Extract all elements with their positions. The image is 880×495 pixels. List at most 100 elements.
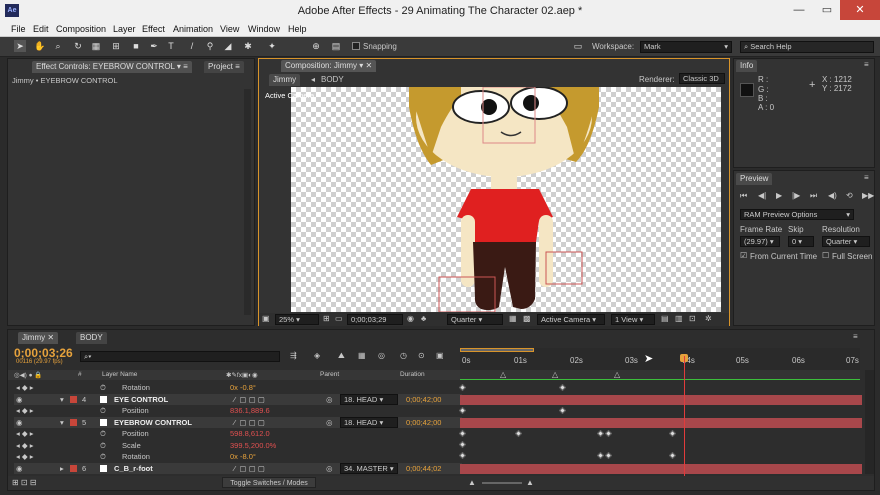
keyframe[interactable] <box>558 406 567 415</box>
parent-select[interactable]: 34. MASTER ▾ <box>340 462 398 474</box>
axis-mode-icon[interactable]: ⊕ <box>310 40 322 52</box>
toggle-pixel-aspect-icon[interactable]: ▤ <box>661 314 669 323</box>
ram-preview-icon[interactable]: ▶▶ <box>862 191 874 200</box>
keyframe[interactable] <box>458 406 467 415</box>
graph-editor-icon[interactable]: ◷ <box>400 351 407 360</box>
minimize-button[interactable]: — <box>785 0 813 20</box>
tab-timeline-jimmy[interactable]: Jimmy ✕ <box>18 332 59 344</box>
show-channel-icon[interactable]: ♣ <box>421 314 426 323</box>
menu-animation[interactable]: Animation <box>173 24 213 34</box>
snapping-checkbox[interactable] <box>352 42 360 50</box>
transparency-grid-icon[interactable]: ▩ <box>523 314 531 323</box>
layer-row-eye-control[interactable]: ◉ ▾ 4 EYE CONTROL ⁄ ▢ ▢ ▢ ◎ 18. HEAD ▾ 0… <box>14 393 462 406</box>
panel-menu-icon[interactable]: ≡ <box>864 60 869 69</box>
keyframe[interactable] <box>458 383 467 392</box>
keyframe[interactable] <box>668 451 677 460</box>
renderer-value[interactable]: Classic 3D <box>679 73 725 84</box>
flowchart-icon[interactable]: ▥ <box>675 314 683 323</box>
rectangle-tool-icon[interactable]: ■ <box>130 40 142 52</box>
toggle-switches-modes-button[interactable]: Toggle Switches / Modes <box>222 477 316 488</box>
tab-effect-controls[interactable]: Effect Controls: EYEBROW CONTROL ▾ ≡ <box>32 61 192 73</box>
preview-menu-icon[interactable]: ≡ <box>864 173 869 182</box>
search-help-input[interactable]: ⌕ Search Help <box>740 41 874 53</box>
always-preview-icon[interactable]: ▣ <box>262 314 270 323</box>
keyframe-nav-icon[interactable]: ◂ ◆ ▸ <box>16 451 33 463</box>
keyframe[interactable] <box>668 429 677 438</box>
twirl-down-icon[interactable]: ▾ <box>60 394 64 406</box>
frame-blending-icon[interactable]: ▦ <box>358 351 366 360</box>
play-icon[interactable]: ▶ <box>776 191 782 200</box>
composition-canvas[interactable] <box>291 87 721 312</box>
effect-controls-scrollbar[interactable] <box>244 89 251 315</box>
shy-icon[interactable]: ⛰ <box>338 351 345 361</box>
keyframe-nav-icon[interactable]: ◂ ◆ ▸ <box>16 382 33 394</box>
label-color-swatch[interactable] <box>70 395 77 403</box>
crumb-body[interactable]: BODY <box>321 75 344 84</box>
zoom-tool-icon[interactable]: ⌕ <box>52 40 64 52</box>
pickwhip-icon[interactable]: ◎ <box>326 394 333 406</box>
layer-row-scale[interactable]: ◂ ◆ ▸ ⏱ Scale 399.5,200.0% <box>14 440 462 452</box>
stopwatch-icon[interactable]: ⏱ <box>100 451 106 463</box>
menu-view[interactable]: View <box>220 24 239 34</box>
layer-name[interactable]: EYE CONTROL <box>114 394 168 406</box>
hand-tool-icon[interactable]: ✋ <box>34 40 46 52</box>
layer-name[interactable]: C_B_r-foot <box>114 463 153 475</box>
layer-name[interactable]: EYEBROW CONTROL <box>114 417 192 429</box>
pen-tool-icon[interactable]: ✒ <box>148 40 160 52</box>
layer-row-position[interactable]: ◂ ◆ ▸ ⏱ Position 598.8,612.0 <box>14 428 462 440</box>
frame-rate-select[interactable]: (29.97) ▾ <box>740 236 780 247</box>
keyframe[interactable] <box>458 451 467 460</box>
tab-composition[interactable]: Composition: Jimmy ▾ ✕ <box>281 60 377 72</box>
camera-select[interactable]: Active Camera ▾ <box>537 314 605 325</box>
stopwatch-icon[interactable]: ⏱ <box>100 405 106 417</box>
layer-row-c-b-r-foot[interactable]: ◉ ▸ 6 C_B_r-foot ⁄ ▢ ▢ ▢ ◎ 34. MASTER ▾ … <box>14 462 462 475</box>
ram-preview-options-select[interactable]: RAM Preview Options ▾ <box>740 209 854 220</box>
workspace-select[interactable]: Mark ▾ <box>640 41 732 53</box>
timeline-scrollbar[interactable] <box>865 370 874 474</box>
zoom-slider[interactable] <box>482 482 522 484</box>
keyframe[interactable] <box>514 429 523 438</box>
first-frame-icon[interactable]: ⏮ <box>740 191 747 201</box>
views-select[interactable]: 1 View ▾ <box>611 314 655 325</box>
maximize-button[interactable]: ▭ <box>813 0 841 20</box>
visibility-eye-icon[interactable]: ◉ <box>16 463 23 475</box>
menu-window[interactable]: Window <box>248 24 280 34</box>
keyframe[interactable] <box>596 451 605 460</box>
keyframe[interactable] <box>596 429 605 438</box>
visibility-eye-icon[interactable]: ◉ <box>16 417 23 429</box>
work-area-bar[interactable] <box>460 348 534 352</box>
layer-row-rotation[interactable]: ◂ ◆ ▸ ⏱ Rotation 0x -0.8° <box>14 382 462 394</box>
keyframe[interactable] <box>558 383 567 392</box>
from-current-checkbox[interactable]: ☑ <box>740 251 747 260</box>
tab-preview[interactable]: Preview <box>736 173 773 185</box>
duration-header[interactable]: Duration <box>400 371 425 378</box>
next-frame-icon[interactable]: |▶ <box>792 191 800 200</box>
snapshot-icon[interactable]: ◉ <box>407 314 414 323</box>
keyframe[interactable] <box>458 440 467 449</box>
menu-effect[interactable]: Effect <box>142 24 165 34</box>
motion-blur-icon[interactable]: ◎ <box>378 351 385 360</box>
prev-frame-icon[interactable]: ◀| <box>758 191 766 200</box>
stopwatch-icon[interactable]: ⏱ <box>100 382 106 394</box>
audio-icon[interactable]: ◀) <box>828 191 837 200</box>
loop-icon[interactable]: ⟲ <box>846 191 853 200</box>
magnification-select[interactable]: 25% ▾ <box>275 314 319 325</box>
tab-project[interactable]: Project ≡ <box>204 61 244 73</box>
time-ruler[interactable]: 0s 01s 02s 03s 04s 05s 06s 07s <box>460 348 860 370</box>
keyframe-nav-icon[interactable]: ◂ ◆ ▸ <box>16 405 33 417</box>
layer-switches[interactable]: ⁄ ▢ ▢ ▢ <box>234 394 265 406</box>
last-frame-icon[interactable]: ⏭ <box>810 191 817 201</box>
grid-icon[interactable]: ⊞ <box>323 314 330 323</box>
layer-switches[interactable]: ⁄ ▢ ▢ ▢ <box>234 463 265 475</box>
viewer-timecode[interactable]: 0;00;03;29 <box>347 314 403 325</box>
layer-duration[interactable]: 0;00;42;00 <box>406 417 441 429</box>
menu-edit[interactable]: Edit <box>33 24 49 34</box>
stopwatch-icon[interactable]: ⏱ <box>100 428 106 440</box>
label-color-swatch[interactable] <box>70 464 77 472</box>
layer-duration[interactable]: 0;00;42;00 <box>406 394 441 406</box>
pickwhip-icon[interactable]: ◎ <box>326 417 333 429</box>
twirl-right-icon[interactable]: ▸ <box>60 463 64 475</box>
layer-duration[interactable]: 0;00;44;02 <box>406 463 441 475</box>
menu-layer[interactable]: Layer <box>113 24 136 34</box>
layer-switches[interactable]: ⁄ ▢ ▢ ▢ <box>234 417 265 429</box>
